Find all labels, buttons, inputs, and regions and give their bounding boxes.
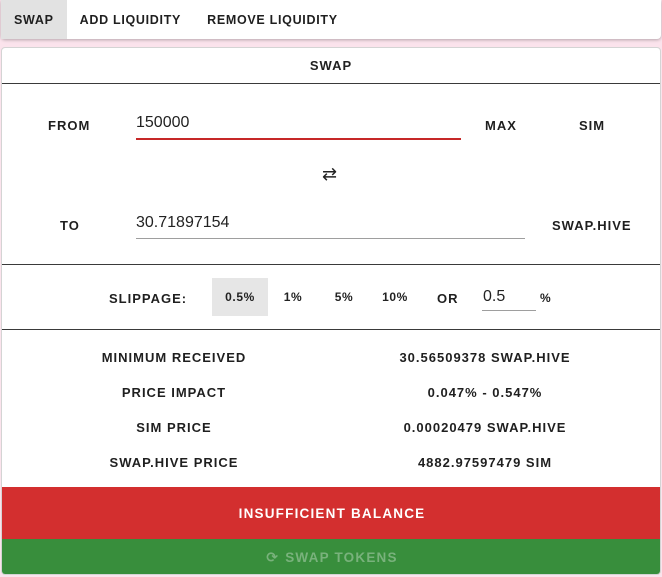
slippage-label: SLIPPAGE: bbox=[109, 291, 188, 306]
swap-horizontal-arrows-icon[interactable]: ⇄ bbox=[322, 164, 337, 185]
sim-price-value: 0.00020479 SWAP.HIVE bbox=[403, 420, 567, 435]
max-button[interactable]: MAX bbox=[485, 118, 517, 133]
tab-swap[interactable]: SWAP bbox=[1, 0, 67, 39]
swap-hive-price-label: SWAP.HIVE PRICE bbox=[109, 455, 239, 470]
insufficient-balance-button[interactable]: INSUFFICIENT BALANCE bbox=[2, 487, 660, 539]
from-amount-input[interactable]: 150000 bbox=[136, 114, 461, 140]
divider bbox=[2, 329, 660, 330]
tab-remove-liquidity[interactable]: REMOVE LIQUIDITY bbox=[194, 0, 351, 39]
to-amount-input[interactable]: 30.71897154 bbox=[136, 214, 525, 239]
or-label: OR bbox=[437, 291, 459, 306]
to-label: TO bbox=[60, 218, 80, 233]
swap-card: SWAP FROM 150000 MAX SIM ⇄ TO 30.7189715… bbox=[1, 47, 661, 575]
price-impact-label: PRICE IMPACT bbox=[121, 385, 227, 400]
tab-bar: SWAP ADD LIQUIDITY REMOVE LIQUIDITY bbox=[1, 0, 661, 39]
slippage-option-10[interactable]: 10% bbox=[376, 278, 414, 316]
slippage-option-0-5[interactable]: 0.5% bbox=[212, 278, 268, 316]
refresh-icon: ⟳ bbox=[266, 548, 280, 565]
slippage-option-1[interactable]: 1% bbox=[274, 278, 312, 316]
price-impact-value: 0.047% - 0.547% bbox=[427, 385, 543, 400]
swap-hive-price-value: 4882.97597479 SIM bbox=[417, 455, 553, 470]
custom-slippage-input[interactable]: 0.5 bbox=[482, 288, 536, 311]
slippage-option-5[interactable]: 5% bbox=[324, 278, 364, 316]
swap-tokens-label: SWAP TOKENS bbox=[285, 549, 398, 565]
divider bbox=[2, 264, 660, 265]
swap-tokens-button[interactable]: ⟳ SWAP TOKENS bbox=[2, 539, 660, 574]
tab-add-liquidity[interactable]: ADD LIQUIDITY bbox=[67, 0, 194, 39]
from-token[interactable]: SIM bbox=[579, 118, 605, 133]
from-label: FROM bbox=[48, 118, 91, 133]
minimum-received-label: MINIMUM RECEIVED bbox=[101, 350, 247, 365]
sim-price-label: SIM PRICE bbox=[136, 420, 212, 435]
card-title: SWAP bbox=[2, 48, 660, 84]
minimum-received-value: 30.56509378 SWAP.HIVE bbox=[399, 350, 571, 365]
to-token[interactable]: SWAP.HIVE bbox=[552, 218, 632, 233]
percent-unit: % bbox=[540, 291, 552, 305]
